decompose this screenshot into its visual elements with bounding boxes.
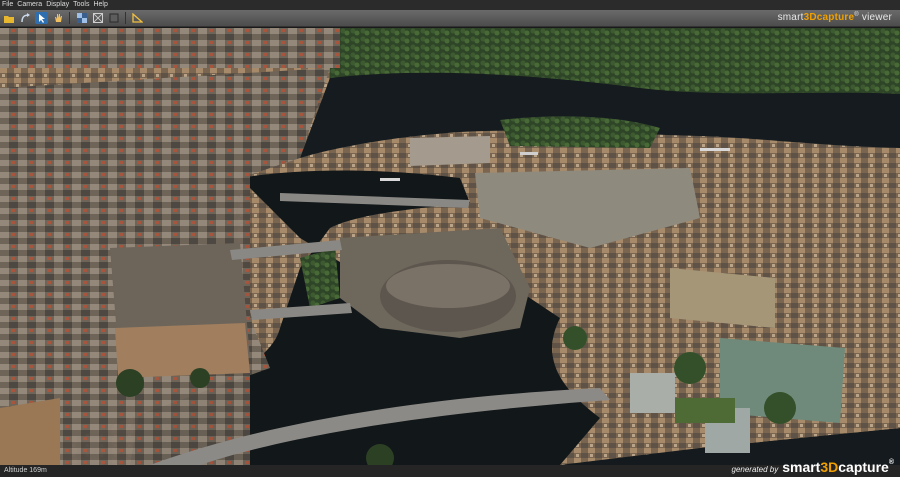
watermark-smart-text: smart — [782, 459, 821, 475]
toolbar — [0, 10, 900, 27]
measure-icon — [132, 13, 143, 23]
pan-button[interactable] — [51, 12, 64, 24]
menu-help[interactable]: Help — [93, 0, 107, 10]
watermark-capture-text: capture — [838, 459, 889, 475]
watermark-3d-text: 3D — [820, 459, 839, 475]
watermark: generated by smart3Dcapture® — [732, 459, 895, 475]
checker-icon — [76, 13, 87, 23]
menu-display[interactable]: Display — [46, 0, 69, 10]
city-model-render[interactable] — [0, 28, 900, 465]
open-button[interactable] — [3, 12, 16, 24]
layers-icon — [109, 13, 118, 23]
select-icon — [38, 14, 45, 23]
navigate-icon — [21, 13, 30, 23]
grid-icon — [92, 13, 103, 23]
menu-tools[interactable]: Tools — [73, 0, 89, 10]
3d-viewport[interactable] — [0, 28, 900, 465]
layers-button[interactable] — [107, 12, 120, 24]
toolbar-separator — [125, 12, 126, 24]
texture-button[interactable] — [75, 12, 88, 24]
folder-open-icon — [4, 15, 14, 23]
watermark-generated-text: generated by — [731, 465, 779, 474]
measure-button[interactable] — [131, 12, 144, 24]
brand-viewer-text: viewer — [858, 12, 892, 23]
menu-file[interactable]: File — [2, 0, 13, 10]
brand-accent-text: 3Dcapture — [803, 12, 855, 23]
watermark-logo: smart3Dcapture® — [782, 459, 894, 475]
wireframe-button[interactable] — [91, 12, 104, 24]
navigate-button[interactable] — [19, 12, 32, 24]
app-brand: smart3Dcapture® viewer — [778, 12, 892, 26]
toolbar-separator — [69, 12, 70, 24]
brand-text: smart — [777, 12, 804, 23]
hand-icon — [54, 14, 62, 22]
altitude-readout: Altitude 169m — [4, 467, 47, 474]
select-button[interactable] — [35, 12, 48, 24]
menu-camera[interactable]: Camera — [17, 0, 42, 10]
menu-bar: File Camera Display Tools Help — [0, 0, 900, 10]
watermark-reg-mark: ® — [888, 459, 894, 466]
